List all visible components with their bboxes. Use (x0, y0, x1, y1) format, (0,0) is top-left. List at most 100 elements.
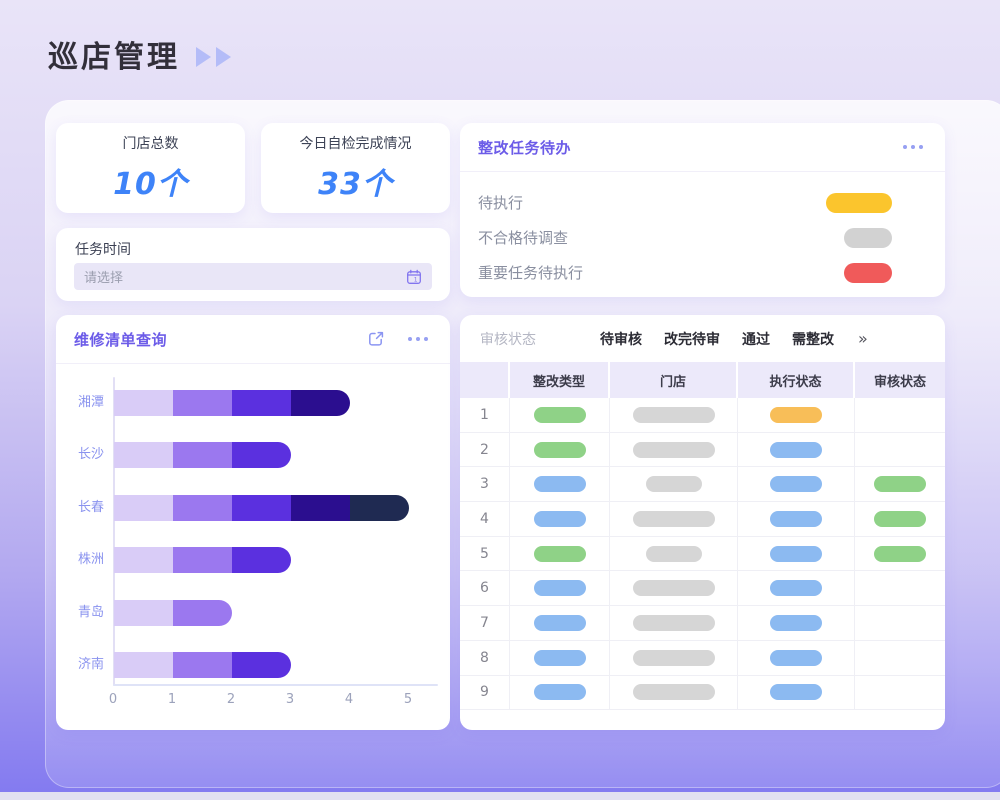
table-cell: 5 (460, 537, 510, 571)
status-pill (874, 546, 926, 562)
todo-item-label: 重要任务待执行 (478, 262, 844, 283)
table-cell (738, 433, 855, 467)
bar-segment (173, 495, 232, 521)
task-time-label: 任务时间 (75, 239, 131, 259)
x-tick-label: 3 (278, 692, 302, 707)
table-row[interactable]: 2 (460, 433, 945, 468)
table-cell (610, 398, 738, 432)
calendar-icon[interactable]: 1 (406, 269, 422, 285)
table-cell (610, 537, 738, 571)
status-pill (633, 442, 715, 458)
table-row[interactable]: 6 (460, 571, 945, 606)
table-cell: 4 (460, 502, 510, 536)
table-cell (855, 467, 945, 501)
table-row[interactable]: 1 (460, 398, 945, 433)
more-menu-button[interactable] (901, 141, 925, 153)
task-time-card: 任务时间 请选择 1 (56, 228, 450, 301)
row-index: 4 (480, 511, 489, 527)
status-pill (534, 511, 586, 527)
bar-row (114, 652, 291, 678)
bar-segment (114, 652, 173, 678)
fast-forward-icon (196, 47, 231, 67)
table-cell (510, 433, 610, 467)
filter-label: 审核状态 (480, 329, 536, 349)
row-index: 6 (480, 580, 489, 596)
status-pill (770, 476, 822, 492)
table-cell (510, 676, 610, 710)
table-cell (855, 398, 945, 432)
table-row[interactable]: 5 (460, 537, 945, 572)
status-pill (633, 684, 715, 700)
table-cell (738, 398, 855, 432)
row-index: 2 (480, 442, 489, 458)
table-cell (855, 571, 945, 605)
row-index: 8 (480, 650, 489, 666)
status-pill (770, 580, 822, 596)
bar-row (114, 442, 291, 468)
bar-segment (291, 495, 350, 521)
table-cell (855, 502, 945, 536)
x-tick-label: 4 (337, 692, 361, 707)
page-header: 巡店管理 (48, 32, 231, 76)
row-index: 1 (480, 407, 489, 423)
bar-category-label: 株洲 (58, 547, 104, 573)
column-header: 审核状态 (855, 362, 945, 398)
filter-option[interactable]: 通过 (742, 329, 770, 349)
bar-segment (114, 495, 173, 521)
bar-segment (173, 600, 232, 626)
table-row[interactable]: 8 (460, 641, 945, 676)
bar-category-label: 青岛 (58, 600, 104, 626)
repair-chart: 湘潭长沙长春株洲青岛济南012345 (56, 315, 450, 730)
table-row[interactable]: 9 (460, 676, 945, 711)
chart-y-axis (113, 377, 115, 686)
status-pill (534, 684, 586, 700)
bar-segment (232, 495, 291, 521)
todo-item-label: 待执行 (478, 192, 826, 213)
filter-option[interactable]: 需整改 (792, 329, 834, 349)
status-pill (770, 615, 822, 631)
bar-segment (291, 390, 350, 416)
table-cell (738, 641, 855, 675)
stat-label: 今日自检完成情况 (300, 133, 412, 153)
bar-segment (114, 390, 173, 416)
table-header: 整改类型门店执行状态审核状态 (460, 362, 945, 398)
table-cell: 6 (460, 571, 510, 605)
status-pill (534, 546, 586, 562)
table-cell (610, 676, 738, 710)
bar-segment (173, 390, 232, 416)
table-row[interactable]: 4 (460, 502, 945, 537)
table-cell (855, 676, 945, 710)
task-time-placeholder: 请选择 (84, 267, 406, 286)
column-header: 整改类型 (510, 362, 610, 398)
table-cell (610, 571, 738, 605)
bar-segment (173, 652, 232, 678)
filter-option[interactable]: 待审核 (600, 329, 642, 349)
table-cell (510, 641, 610, 675)
table-cell: 1 (460, 398, 510, 432)
bar-segment (114, 442, 173, 468)
bar-segment (232, 547, 291, 573)
bar-category-label: 湘潭 (58, 390, 104, 416)
stat-card-total-stores: 门店总数 10个 (56, 123, 245, 213)
bar-row (114, 547, 291, 573)
status-pill (874, 476, 926, 492)
stat-label: 门店总数 (123, 133, 179, 153)
task-time-input[interactable]: 请选择 1 (74, 263, 432, 290)
more-filters-chevron[interactable]: » (858, 329, 868, 348)
table-cell: 3 (460, 467, 510, 501)
status-pill (646, 546, 702, 562)
bar-row (114, 495, 409, 521)
bar-segment (350, 495, 409, 521)
todo-item: 待执行 (460, 185, 945, 220)
table-cell (610, 641, 738, 675)
bar-category-label: 济南 (58, 652, 104, 678)
table-row[interactable]: 7 (460, 606, 945, 641)
filter-option[interactable]: 改完待审 (664, 329, 720, 349)
stat-value: 33个 (318, 159, 393, 203)
todo-item: 不合格待调查 (460, 220, 945, 255)
row-index: 3 (480, 476, 489, 492)
table-row[interactable]: 3 (460, 467, 945, 502)
x-tick-label: 1 (160, 692, 184, 707)
x-tick-label: 2 (219, 692, 243, 707)
status-pill (770, 546, 822, 562)
